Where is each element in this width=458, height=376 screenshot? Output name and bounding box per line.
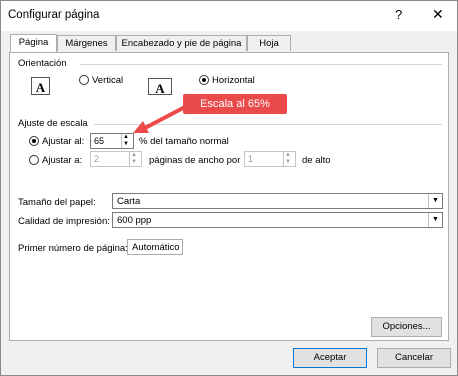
spin-up-icon[interactable]: ▲ <box>285 152 291 159</box>
tab-pagina[interactable]: Página <box>10 34 57 52</box>
annotation-callout: Escala al 65% <box>183 94 287 114</box>
orientation-legend: Orientación <box>18 58 67 69</box>
print-quality-select[interactable]: 600 ppp ▼ <box>112 212 443 228</box>
adjust-to-radio[interactable] <box>29 136 39 146</box>
paper-size-value: Carta <box>117 196 141 207</box>
scaling-legend: Ajuste de escala <box>18 118 88 129</box>
first-page-label: Primer número de página: <box>18 243 128 254</box>
tab-encabezado[interactable]: Encabezado y pie de página <box>116 35 247 51</box>
fit-tall-spinner[interactable]: 1 ▲ ▼ <box>244 151 296 167</box>
vertical-label: Vertical <box>92 75 124 86</box>
tab-margenes[interactable]: Márgenes <box>57 35 116 51</box>
annotation-arrow-icon <box>133 105 186 133</box>
fit-wide-spinner[interactable]: 2 ▲ ▼ <box>90 151 142 167</box>
portrait-icon: A <box>31 77 50 95</box>
adjust-to-label: Ajustar al: <box>42 136 85 147</box>
cancel-button[interactable]: Cancelar <box>377 348 451 368</box>
fit-wide-suffix: páginas de ancho por <box>149 155 241 166</box>
fit-wide-value: 2 <box>94 154 100 164</box>
accept-button[interactable]: Aceptar <box>293 348 367 368</box>
adjust-to-value: 65 <box>94 136 105 146</box>
print-quality-label: Calidad de impresión: <box>18 216 110 227</box>
landscape-icon: A <box>148 78 172 96</box>
spin-down-icon[interactable]: ▼ <box>131 159 137 166</box>
fit-to-label: Ajustar a: <box>42 155 83 166</box>
paper-size-select[interactable]: Carta ▼ <box>112 193 443 209</box>
horizontal-radio[interactable] <box>199 75 209 85</box>
options-button[interactable]: Opciones... <box>371 317 442 337</box>
close-icon[interactable]: ✕ <box>432 6 444 23</box>
orientation-divider <box>80 64 442 65</box>
fit-tall-value: 1 <box>248 154 254 164</box>
page-setup-dialog: Configurar página ? ✕ Página Márgenes En… <box>0 0 458 376</box>
title-bar: Configurar página ? ✕ <box>1 1 457 31</box>
fit-to-radio[interactable] <box>29 155 39 165</box>
print-quality-value: 600 ppp <box>117 215 152 226</box>
chevron-down-icon[interactable]: ▼ <box>428 194 442 208</box>
fit-tall-suffix: de alto <box>302 155 331 166</box>
spin-down-icon[interactable]: ▼ <box>285 159 291 166</box>
help-icon[interactable]: ? <box>395 7 402 22</box>
spin-up-icon[interactable]: ▲ <box>131 152 137 159</box>
horizontal-label: Horizontal <box>212 75 255 86</box>
vertical-radio[interactable] <box>79 75 89 85</box>
window-title: Configurar página <box>8 9 100 21</box>
adjust-to-spinner[interactable]: 65 ▲ ▼ <box>90 133 134 149</box>
first-page-field[interactable]: Automático <box>127 239 183 255</box>
paper-size-label: Tamaño del papel: <box>18 197 96 208</box>
tab-hoja[interactable]: Hoja <box>247 35 291 51</box>
chevron-down-icon[interactable]: ▼ <box>428 213 442 227</box>
